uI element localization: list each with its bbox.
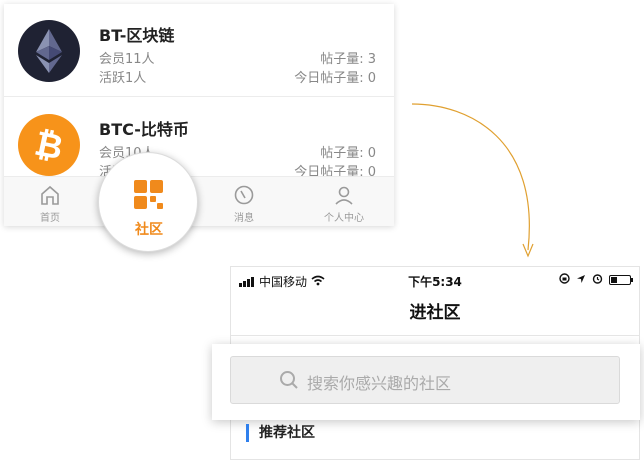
community-posts: 帖子量: 3	[320, 52, 376, 67]
community-title: BTC-比特币	[99, 120, 189, 139]
tab-profile[interactable]: 个人中心	[314, 183, 374, 224]
community-list-panel: BT-区块链 会员11人 活跃1人 帖子量: 3 今日帖子量: 0 ₿ BTC-…	[4, 4, 394, 226]
community-card-bt[interactable]: BT-区块链 会员11人 活跃1人 帖子量: 3 今日帖子量: 0	[4, 4, 394, 97]
community-posts: 帖子量: 0	[320, 146, 376, 161]
ethereum-icon	[18, 20, 80, 82]
battery-icon	[609, 275, 633, 285]
community-title: BT-区块链	[99, 26, 175, 45]
tab-home[interactable]: 首页	[20, 183, 80, 224]
tab-messages[interactable]: 消息	[214, 183, 274, 224]
location-icon	[576, 274, 586, 287]
tab-community-label: 社区	[135, 222, 163, 238]
status-bar: 中国移动 下午5:34	[231, 267, 639, 291]
community-grid-icon	[133, 179, 165, 211]
community-active: 活跃1人	[99, 71, 147, 86]
bottom-tab-bar: 首页 消息 个人中心	[4, 176, 394, 226]
tab-messages-label: 消息	[234, 213, 254, 224]
tab-community-zoom[interactable]: 社区	[98, 152, 198, 252]
person-icon	[332, 183, 356, 207]
page-title: 进社区	[231, 291, 639, 336]
bitcoin-icon: ₿	[18, 114, 80, 176]
alarm-icon	[592, 273, 603, 287]
message-icon	[232, 183, 256, 207]
tab-profile-label: 个人中心	[324, 213, 364, 224]
section-title-recommended: 推荐社区	[246, 424, 315, 442]
tab-home-label: 首页	[40, 213, 60, 224]
search-icon	[279, 370, 299, 390]
search-zoom: 搜索你感兴趣的社区	[212, 344, 640, 420]
community-today-posts: 今日帖子量: 0	[294, 71, 376, 86]
search-placeholder: 搜索你感兴趣的社区	[307, 374, 452, 393]
home-icon	[38, 183, 62, 207]
rotation-lock-icon	[559, 273, 570, 287]
search-input[interactable]: 搜索你感兴趣的社区	[230, 356, 620, 404]
community-members: 会员11人	[99, 52, 155, 67]
